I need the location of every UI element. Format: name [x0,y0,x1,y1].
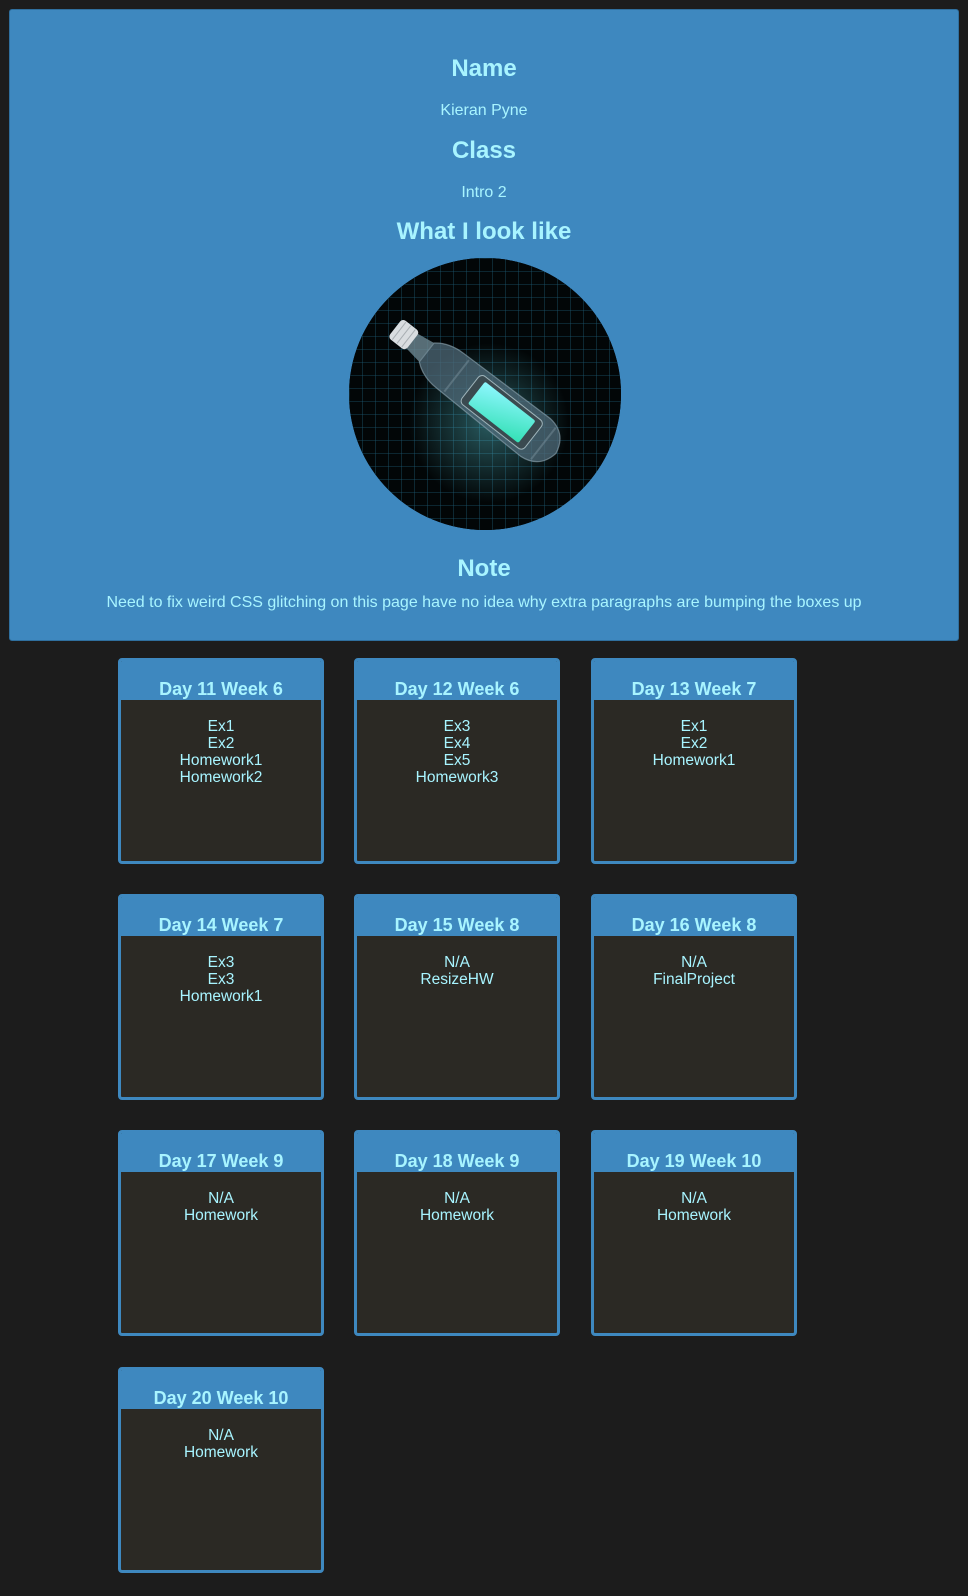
day-card: Day 18 Week 9 N/A Homework [354,1130,560,1336]
assignment-item: Homework [183,1444,259,1461]
day-card-items: N/A Homework [357,1172,557,1224]
day-card: Day 15 Week 8 N/A ResizeHW [354,894,560,1100]
assignment-item: Ex1 [680,718,708,735]
assignment-item: Homework1 [179,752,263,769]
day-card: Day 20 Week 10 N/A Homework [118,1367,324,1573]
assignment-item: N/A [208,1427,234,1444]
assignment-item: Homework3 [415,769,499,786]
assignment-item: Ex2 [207,735,235,752]
assignment-item: Ex3 [207,954,235,971]
assignment-item: Ex5 [443,752,471,769]
day-card: Day 13 Week 7 Ex1 Ex2 Homework1 [591,658,797,864]
day-card: Day 11 Week 6 Ex1 Ex2 Homework1 Homework… [118,658,324,864]
assignment-item: N/A [681,1190,707,1207]
day-card-title: Day 15 Week 8 [357,897,557,936]
profile-panel: Name Kieran Pyne Class Intro 2 What I lo… [9,9,959,641]
day-card-items: Ex3 Ex4 Ex5 Homework3 [357,700,557,786]
class-heading: Class [451,137,517,164]
day-card-title: Day 20 Week 10 [121,1370,321,1409]
day-card: Day 12 Week 6 Ex3 Ex4 Ex5 Homework3 [354,658,560,864]
note-heading: Note [457,555,511,582]
day-card-items: N/A ResizeHW [357,936,557,988]
assignment-item: Homework2 [179,769,263,786]
assignment-item: Ex4 [443,735,471,752]
assignment-item: N/A [681,954,707,971]
day-card-title: Day 18 Week 9 [357,1133,557,1172]
assignment-item: Ex1 [207,718,235,735]
day-card-title: Day 11 Week 6 [121,661,321,700]
day-card: Day 19 Week 10 N/A Homework [591,1130,797,1336]
day-card-title: Day 16 Week 8 [594,897,794,936]
assignment-item: Homework1 [652,752,736,769]
day-card-items: N/A Homework [121,1409,321,1461]
day-card: Day 14 Week 7 Ex3 Ex3 Homework1 [118,894,324,1100]
assignment-item: N/A [444,1190,470,1207]
day-card-items: Ex1 Ex2 Homework1 [594,700,794,769]
day-card-title: Day 12 Week 6 [357,661,557,700]
assignment-item: Homework [419,1207,495,1224]
name-heading: Name [451,55,517,82]
name-value: Kieran Pyne [440,102,528,119]
assignment-item: Ex2 [680,735,708,752]
assignment-item: Homework [656,1207,732,1224]
day-card-items: Ex3 Ex3 Homework1 [121,936,321,1005]
day-card: Day 16 Week 8 N/A FinalProject [591,894,797,1100]
assignment-item: Ex3 [443,718,471,735]
assignment-item: Ex3 [207,971,235,988]
assignment-item: N/A [444,954,470,971]
assignment-item: N/A [208,1190,234,1207]
day-card-title: Day 13 Week 7 [594,661,794,700]
class-value: Intro 2 [461,184,507,201]
day-card-items: N/A FinalProject [594,936,794,988]
day-card-title: Day 19 Week 10 [594,1133,794,1172]
assignment-item: FinalProject [653,971,735,988]
day-card-title: Day 17 Week 9 [121,1133,321,1172]
day-card-items: N/A Homework [594,1172,794,1224]
assignment-item: ResizeHW [420,971,494,988]
assignment-item: Homework [183,1207,259,1224]
day-card-items: N/A Homework [121,1172,321,1224]
profile-avatar-image [349,258,621,530]
assignment-item: Homework1 [179,988,263,1005]
note-text: Need to fix weird CSS glitching on this … [106,594,862,611]
day-card-title: Day 14 Week 7 [121,897,321,936]
look-heading: What I look like [396,218,572,245]
day-card-items: Ex1 Ex2 Homework1 Homework2 [121,700,321,786]
day-card: Day 17 Week 9 N/A Homework [118,1130,324,1336]
